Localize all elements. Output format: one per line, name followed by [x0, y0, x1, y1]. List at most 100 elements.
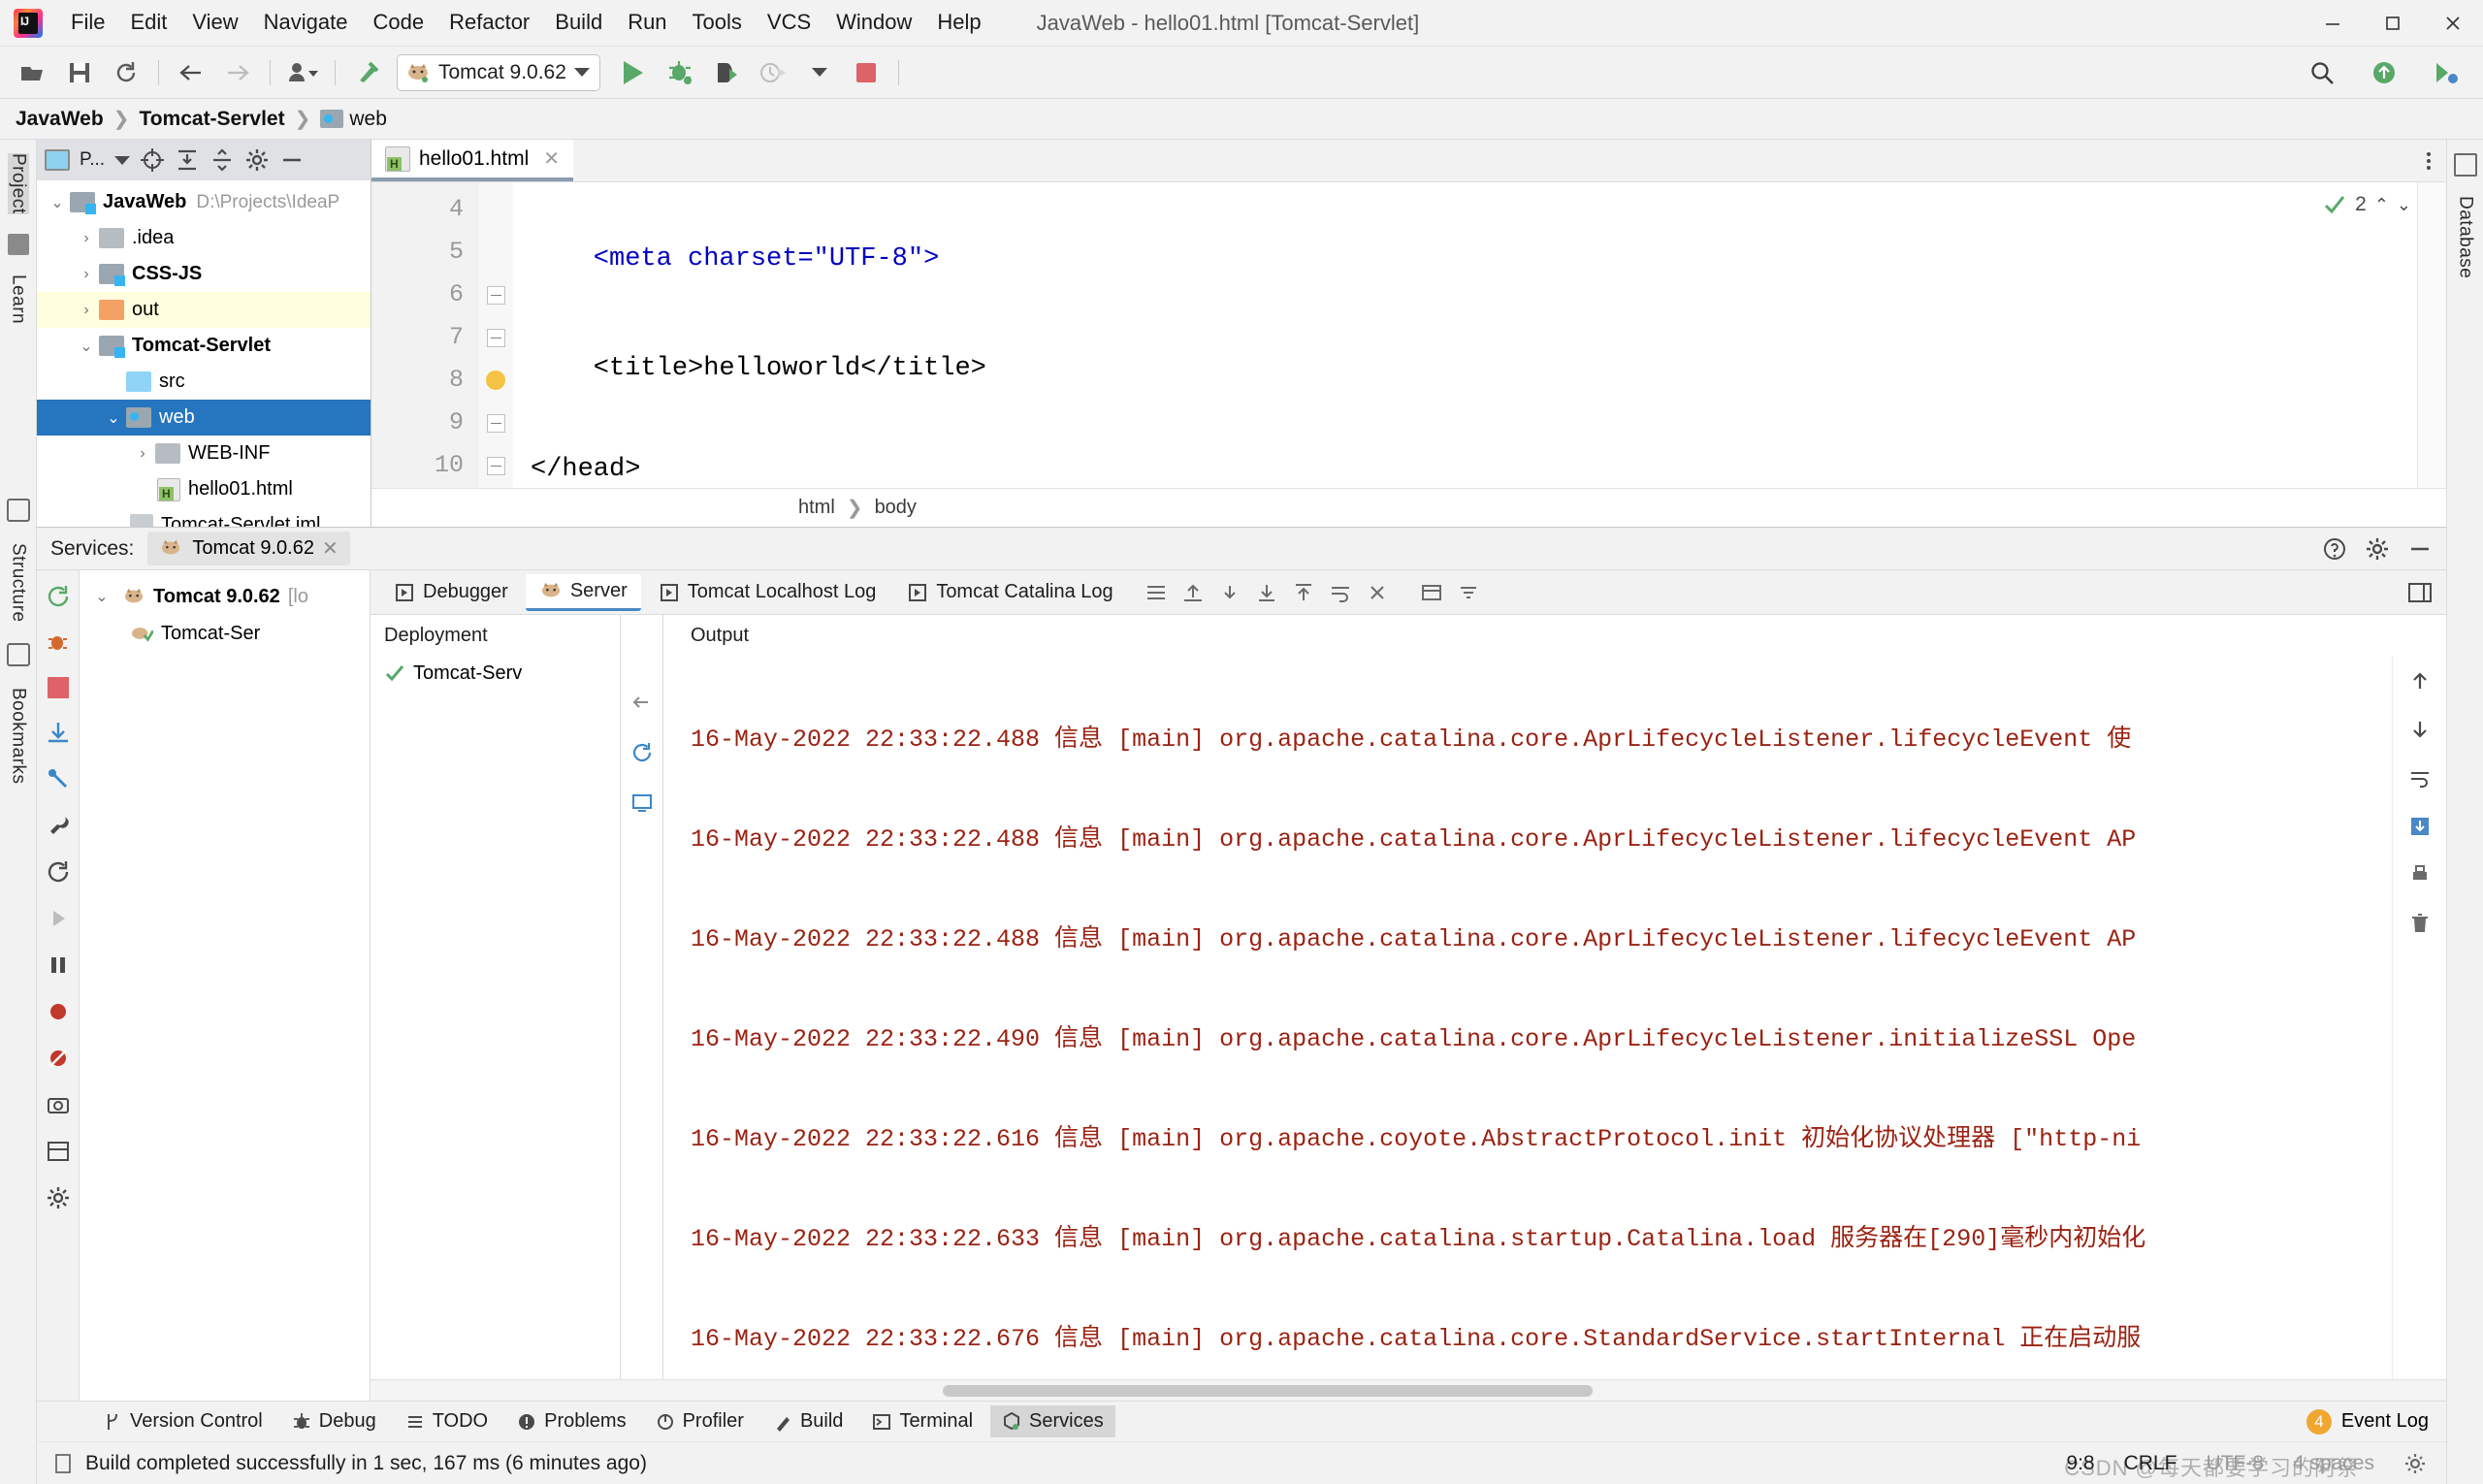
database-icon[interactable] — [2453, 153, 2477, 177]
tree-item-hello01[interactable]: hello01.html — [37, 471, 371, 507]
commit-icon[interactable] — [7, 233, 29, 255]
inspection-status[interactable]: 2 ⌃ ⌄ — [2322, 192, 2411, 217]
scroll-down-icon[interactable] — [2408, 718, 2432, 741]
deploy-artifact-icon[interactable] — [630, 791, 654, 815]
undeploy-icon[interactable] — [630, 691, 654, 714]
camera-icon[interactable] — [46, 1092, 71, 1117]
split-view-icon[interactable] — [2407, 581, 2433, 604]
minimize-button[interactable] — [2303, 0, 2363, 47]
chevron-down-icon[interactable] — [114, 155, 131, 165]
profiler-dropdown-icon[interactable] — [799, 52, 840, 93]
print-icon[interactable] — [2408, 863, 2432, 887]
project-tree[interactable]: ⌄ JavaWeb D:\Projects\IdeaP › .idea › CS… — [37, 180, 371, 527]
menu-vcs[interactable]: VCS — [755, 6, 823, 39]
download-icon[interactable] — [1218, 582, 1242, 603]
toolwindow-terminal[interactable]: Terminal — [860, 1405, 984, 1437]
menu-icon[interactable] — [1145, 582, 1168, 603]
deployment-item[interactable]: Tomcat-Serv — [371, 656, 620, 691]
editor-tabs-actions[interactable] — [2425, 140, 2446, 181]
console-horizontal-scrollbar[interactable] — [371, 1379, 2446, 1401]
run-with-coverage-button[interactable] — [706, 52, 747, 93]
mute-breakpoints-icon[interactable] — [46, 999, 71, 1024]
scroll-to-top-icon[interactable] — [1292, 582, 1315, 603]
chevron-down-icon[interactable]: ⌄ — [45, 193, 70, 212]
toolwindow-profiler[interactable]: Profiler — [644, 1405, 756, 1437]
code-content[interactable]: <meta charset="UTF-8"> <title>helloworld… — [513, 182, 2446, 488]
menu-tools[interactable]: Tools — [680, 6, 755, 39]
tab-hello01-html[interactable]: hello01.html ✕ — [371, 140, 573, 181]
sidebar-item-structure[interactable]: Structure — [8, 543, 29, 623]
close-icon[interactable]: ✕ — [322, 536, 339, 561]
chevron-down-icon[interactable]: ⌄ — [74, 337, 99, 356]
toolwindow-problems[interactable]: Problems — [505, 1405, 637, 1437]
menu-run[interactable]: Run — [615, 6, 679, 39]
updates-icon[interactable] — [2364, 52, 2404, 93]
intention-bulb-icon[interactable] — [486, 371, 505, 390]
redeploy-icon[interactable] — [630, 741, 654, 764]
chevron-right-icon[interactable]: › — [130, 445, 155, 463]
editor-breadcrumb-html[interactable]: html — [798, 497, 835, 519]
line-separator[interactable]: CRLF — [2124, 1452, 2177, 1475]
scroll-from-source-icon[interactable] — [140, 147, 165, 173]
breadcrumb-item-module[interactable]: Tomcat-Servlet — [139, 108, 284, 131]
stop-icon[interactable] — [47, 677, 69, 698]
grid-icon[interactable] — [1420, 582, 1443, 603]
toolwindow-todo[interactable]: TODO — [394, 1405, 500, 1437]
tree-item-tomcat-servlet[interactable]: ⌄ Tomcat-Servlet — [37, 328, 371, 364]
sidebar-item-database[interactable]: Database — [2455, 196, 2476, 278]
tab-tomcat-catalina-log[interactable]: Tomcat Catalina Log — [893, 575, 1126, 609]
rerun-icon[interactable] — [46, 584, 71, 609]
sync-icon[interactable] — [106, 52, 146, 93]
gear-icon[interactable] — [2403, 1452, 2427, 1475]
save-icon[interactable] — [59, 52, 100, 93]
debug-icon[interactable] — [46, 630, 71, 656]
menu-help[interactable]: Help — [924, 6, 993, 39]
scroll-to-end-icon[interactable] — [2408, 815, 2432, 838]
refresh-icon[interactable] — [46, 859, 71, 885]
services-server-tab[interactable]: Tomcat 9.0.62 ✕ — [147, 532, 350, 565]
editor-text-area[interactable]: 4 5 6 7 8 9 10 <meta charset="UTF-8"> <t… — [371, 182, 2446, 488]
project-view-selector[interactable]: P... — [80, 149, 105, 171]
chevron-right-icon[interactable]: › — [74, 230, 99, 247]
services-tree-item-tomcat[interactable]: ⌄ Tomcat 9.0.62 [lo — [80, 578, 370, 615]
console-output[interactable]: 16-May-2022 22:33:22.488 信息 [main] org.a… — [663, 656, 2392, 1379]
caret-position[interactable]: 9:8 — [2066, 1452, 2094, 1475]
sidebar-item-bookmarks[interactable]: Bookmarks — [8, 688, 29, 785]
build-hammer-icon[interactable] — [347, 52, 388, 93]
code-folding-gutter[interactable] — [478, 182, 513, 488]
tab-debugger[interactable]: Debugger — [380, 575, 522, 609]
menu-build[interactable]: Build — [542, 6, 615, 39]
tree-item-web[interactable]: ⌄ web — [37, 400, 371, 436]
toolwindow-version-control[interactable]: Version Control — [91, 1405, 274, 1437]
collapse-all-icon[interactable] — [210, 147, 235, 173]
event-log-button[interactable]: 4 Event Log — [2306, 1408, 2429, 1435]
view-breakpoints-icon[interactable] — [46, 1046, 71, 1071]
soft-wrap-icon[interactable] — [1329, 582, 1352, 603]
close-icon[interactable] — [1366, 582, 1389, 603]
filter-icon[interactable] — [1457, 582, 1480, 603]
run-button[interactable] — [613, 52, 654, 93]
fold-marker-icon[interactable] — [486, 456, 505, 475]
fold-marker-icon[interactable] — [486, 413, 505, 433]
toolwindow-build[interactable]: Build — [761, 1405, 855, 1437]
fold-marker-icon[interactable] — [486, 328, 505, 347]
help-icon[interactable] — [2322, 536, 2347, 562]
tree-item-iml[interactable]: Tomcat-Servlet.iml — [37, 507, 371, 527]
menu-edit[interactable]: Edit — [117, 6, 179, 39]
tree-item-src[interactable]: src — [37, 364, 371, 400]
ide-settings-icon[interactable] — [2426, 52, 2467, 93]
toolwindow-debug[interactable]: Debug — [280, 1405, 388, 1437]
tree-item-idea[interactable]: › .idea — [37, 220, 371, 256]
resume-icon[interactable] — [46, 906, 71, 931]
profile-icon[interactable] — [282, 52, 323, 93]
breadcrumb-item-folder[interactable]: web — [349, 108, 387, 131]
menu-navigate[interactable]: Navigate — [251, 6, 361, 39]
sidebar-item-project[interactable]: Project — [7, 153, 29, 214]
wrench-icon[interactable] — [46, 813, 71, 838]
menu-code[interactable]: Code — [361, 6, 437, 39]
fold-marker-icon[interactable] — [486, 285, 505, 305]
back-arrow-icon[interactable] — [171, 52, 211, 93]
sidebar-item-learn[interactable]: Learn — [8, 274, 29, 324]
tab-server[interactable]: Server — [525, 573, 641, 611]
chevron-down-icon[interactable]: ⌄ — [2397, 195, 2411, 215]
